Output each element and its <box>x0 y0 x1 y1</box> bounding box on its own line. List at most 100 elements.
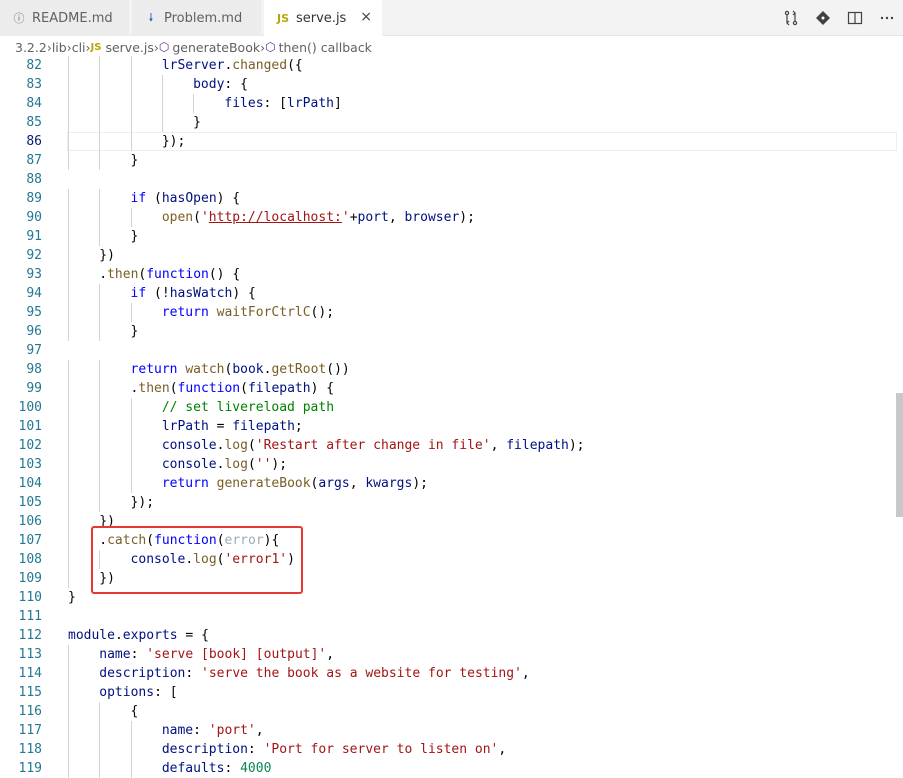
git-lens-icon[interactable] <box>807 0 839 36</box>
code-token: generateBook <box>216 476 311 491</box>
indent-guide <box>68 664 69 683</box>
info-icon: ⓘ <box>13 12 25 25</box>
vertical-scrollbar[interactable] <box>895 58 903 778</box>
code-text: }); <box>162 132 185 151</box>
code-text: .then(function() { <box>99 265 240 284</box>
line-number: 107 <box>18 533 42 548</box>
indent-guide <box>68 398 69 417</box>
code-line[interactable]: 112 module.exports = { <box>0 626 895 645</box>
code-token: hasOpen <box>161 191 217 206</box>
code-token: , <box>255 723 264 738</box>
tab-serve-js[interactable]: JS serve.js × <box>264 0 383 37</box>
code-token: args <box>318 476 350 491</box>
js-icon: JS <box>90 41 102 53</box>
breadcrumb-item[interactable]: lib <box>52 40 67 55</box>
code-line[interactable]: 116 { <box>0 702 895 721</box>
indent-guide <box>68 246 69 265</box>
code-line[interactable]: 83 body: { <box>0 75 895 94</box>
code-line[interactable]: 86}); <box>0 132 897 151</box>
code-text: open('http://localhost:'+port, browser); <box>162 208 475 227</box>
code-token: : { <box>224 77 248 92</box>
code-token: book <box>232 362 264 377</box>
code-line[interactable]: 94 if (!hasWatch) { <box>0 284 895 303</box>
code-line[interactable]: 87} <box>0 151 895 170</box>
code-line[interactable]: 102 console.log('Restart after change in … <box>0 436 895 455</box>
code-line[interactable]: 84 files: [lrPath] <box>0 94 895 113</box>
indent-guide <box>130 303 132 322</box>
tab-readme[interactable]: ⓘ README.md <box>0 0 130 36</box>
code-token: defaults <box>161 761 225 776</box>
code-token: }); <box>161 134 186 149</box>
breadcrumb-item[interactable]: JS serve.js <box>91 40 154 55</box>
split-editor-icon[interactable] <box>839 0 871 36</box>
indent-guide <box>99 113 101 132</box>
code-token: ( <box>146 191 162 206</box>
code-token: ); <box>459 210 475 225</box>
code-line[interactable]: 85} <box>0 113 895 132</box>
line-number: 84 <box>26 96 42 111</box>
indent-guide <box>130 75 132 94</box>
indent-guide <box>99 56 101 75</box>
indent-guide <box>99 75 101 94</box>
code-line[interactable]: 100 // set livereload path <box>0 398 895 417</box>
code-text: // set livereload path <box>162 398 334 417</box>
code-text: lrPath = filepath; <box>162 417 303 436</box>
code-token: ); <box>568 438 585 453</box>
code-line[interactable]: 82 lrServer.changed({ <box>0 56 895 75</box>
more-actions-icon[interactable] <box>871 0 903 36</box>
code-line[interactable]: 114 description: 'serve the book as a web… <box>0 664 895 683</box>
code-line[interactable]: 111 <box>0 607 895 626</box>
code-line[interactable]: 88 <box>0 170 895 189</box>
indent-guide <box>99 360 101 379</box>
code-line[interactable]: 95 return waitForCtrlC(); <box>0 303 895 322</box>
code-line[interactable]: 101 lrPath = filepath; <box>0 417 895 436</box>
code-token: return <box>161 476 209 491</box>
code-token: getRoot <box>271 362 327 377</box>
line-number: 86 <box>26 134 42 149</box>
code-line[interactable]: 105}); <box>0 493 895 512</box>
code-line[interactable]: 117 name: 'port', <box>0 721 895 740</box>
code-editor[interactable]: 82 lrServer.changed({83 body: {84 files: [l… <box>0 55 903 778</box>
indent-guide <box>68 474 69 493</box>
code-token: ) { <box>310 381 335 396</box>
code-line[interactable]: 96} <box>0 322 895 341</box>
code-line[interactable]: 98 return watch(book.getRoot()) <box>0 360 895 379</box>
breadcrumb-item[interactable]: ⬡ then() callback <box>265 40 372 55</box>
code-token: module <box>68 628 115 643</box>
indent-guide <box>68 94 69 113</box>
scrollbar-thumb[interactable] <box>896 393 903 517</box>
code-text: description: 'serve the book as a websit… <box>99 664 529 683</box>
code-token: ); <box>412 476 428 491</box>
line-number: 118 <box>18 742 42 757</box>
code-text: module.exports = { <box>68 626 209 645</box>
code-line[interactable]: 89 if (hasOpen) { <box>0 189 895 208</box>
indent-guide <box>68 550 69 569</box>
line-number: 114 <box>18 666 42 681</box>
code-token: , <box>349 476 366 491</box>
code-line[interactable]: 92}) <box>0 246 895 265</box>
close-icon[interactable]: × <box>360 9 372 25</box>
indent-guide <box>99 417 101 436</box>
code-line[interactable]: 90 open('http://localhost:'+port, browser… <box>0 208 895 227</box>
code-line[interactable]: 93 .then(function() { <box>0 265 895 284</box>
code-token: ); <box>271 457 288 472</box>
code-line[interactable]: 115 options: [ <box>0 683 895 702</box>
code-token: description <box>99 666 186 681</box>
code-line[interactable]: 118 description: 'Port for server to list… <box>0 740 895 759</box>
code-line[interactable]: 104 return generateBook(args, kwargs); <box>0 474 895 493</box>
code-line[interactable]: 113 name: 'serve [book] [output]', <box>0 645 895 664</box>
code-line[interactable]: 97 <box>0 341 895 360</box>
code-token: 4000 <box>240 761 272 776</box>
breadcrumb-item[interactable]: 3.2.2 <box>15 40 47 55</box>
code-line[interactable]: 103 console.log(''); <box>0 455 895 474</box>
compare-changes-icon[interactable] <box>775 0 807 36</box>
code-token: if <box>130 191 147 206</box>
breadcrumb-item[interactable]: ⬡ generateBook <box>159 40 260 55</box>
code-line[interactable]: 91} <box>0 227 895 246</box>
code-line[interactable]: 119 defaults: 4000 <box>0 759 895 778</box>
tab-problem[interactable]: 🠗 Problem.md <box>132 0 262 36</box>
code-line[interactable]: 99 .then(function(filepath) { <box>0 379 895 398</box>
indent-guide <box>68 759 69 778</box>
breadcrumb-item[interactable]: cli <box>72 40 86 55</box>
line-number: 106 <box>18 514 42 529</box>
